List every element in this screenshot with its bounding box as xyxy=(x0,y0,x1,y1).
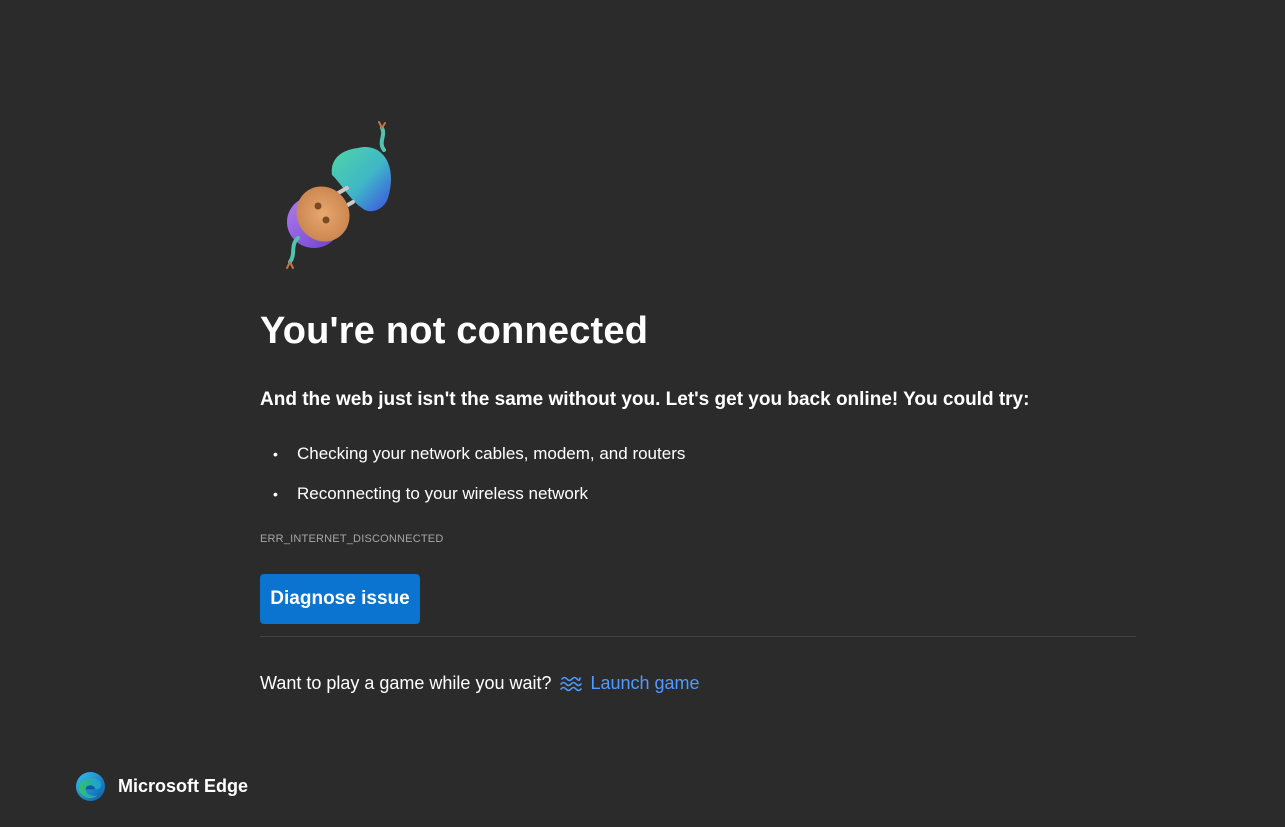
game-prompt-text: Want to play a game while you wait? xyxy=(260,673,552,693)
list-item: • Reconnecting to your wireless network xyxy=(260,482,685,522)
suggestion-text: Reconnecting to your wireless network xyxy=(297,484,589,503)
page-subtitle: And the web just isn't the same without … xyxy=(260,389,1030,410)
bullet-icon: • xyxy=(273,446,278,462)
list-item: • Checking your network cables, modem, a… xyxy=(260,442,685,482)
microsoft-edge-logo-icon xyxy=(75,771,106,802)
unplugged-plug-icon xyxy=(286,121,392,269)
error-page: You're not connected And the web just is… xyxy=(0,0,1285,827)
surf-wave-icon[interactable] xyxy=(560,674,583,694)
divider xyxy=(260,636,1136,637)
bullet-icon: • xyxy=(273,486,278,502)
error-code: ERR_INTERNET_DISCONNECTED xyxy=(260,533,444,545)
page-title: You're not connected xyxy=(260,310,649,352)
suggestions-list: • Checking your network cables, modem, a… xyxy=(260,442,685,522)
game-prompt-row: Want to play a game while you wait? Laun… xyxy=(260,673,700,694)
footer-brand: Microsoft Edge xyxy=(75,771,248,802)
launch-game-link[interactable]: Launch game xyxy=(590,673,699,694)
suggestion-text: Checking your network cables, modem, and… xyxy=(297,444,686,463)
brand-name: Microsoft Edge xyxy=(118,776,249,796)
diagnose-issue-button[interactable]: Diagnose issue xyxy=(260,574,420,624)
